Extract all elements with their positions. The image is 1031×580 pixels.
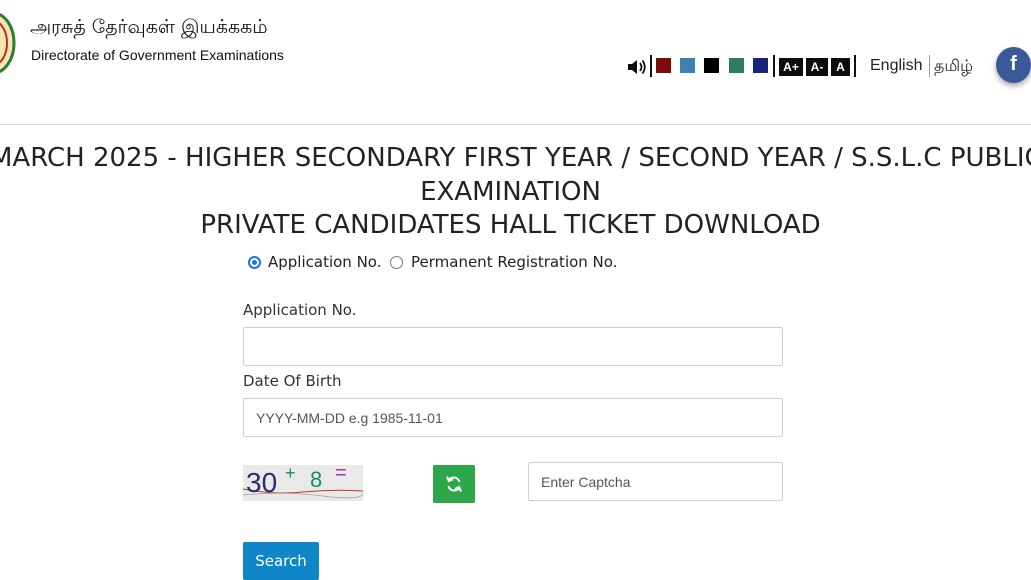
captcha-input[interactable] <box>528 462 783 501</box>
application-no-label: Application No. <box>243 301 357 319</box>
refresh-icon <box>446 476 462 492</box>
toolbar-divider <box>773 55 775 77</box>
captcha-image: 30 + 8 = <box>243 465 363 501</box>
facebook-icon: f <box>1010 53 1017 75</box>
radio-application-no[interactable] <box>248 256 261 269</box>
brand-title-english: Directorate of Government Examinations <box>31 47 284 63</box>
dob-label: Date Of Birth <box>243 372 342 390</box>
captcha-operator: + <box>285 465 296 483</box>
toolbar-divider <box>854 55 856 77</box>
lang-tamil-link[interactable]: தமிழ் <box>934 57 973 77</box>
speaker-icon[interactable] <box>626 57 648 77</box>
theme-swatch-maroon[interactable] <box>656 58 671 73</box>
lang-english-link[interactable]: English <box>870 57 922 75</box>
tn-govt-emblem-icon <box>0 13 16 73</box>
page-title-line2: EXAMINATION <box>420 177 601 207</box>
theme-swatch-navy[interactable] <box>753 58 768 73</box>
font-reset-button[interactable]: A <box>831 58 850 76</box>
font-decrease-button[interactable]: A- <box>806 58 828 76</box>
captcha-equals: = <box>335 465 347 484</box>
captcha-num1: 30 <box>246 467 278 498</box>
radio-permanent-registration-no[interactable] <box>390 256 403 269</box>
theme-swatch-blue[interactable] <box>680 58 695 73</box>
lang-divider <box>929 55 930 77</box>
captcha-num2: 8 <box>310 467 323 492</box>
application-no-input[interactable] <box>243 327 783 366</box>
site-header: அரசுத் தேர்வுகள் இயக்ககம் Directorate of… <box>0 0 1031 125</box>
font-increase-button[interactable]: A+ <box>779 58 803 76</box>
radio-label-permanent-registration-no[interactable]: Permanent Registration No. <box>411 253 617 271</box>
theme-swatch-black[interactable] <box>704 58 719 73</box>
theme-swatch-green[interactable] <box>729 58 744 73</box>
page-title-line3: PRIVATE CANDIDATES HALL TICKET DOWNLOAD <box>200 210 821 240</box>
page-title-line1: MARCH 2025 - HIGHER SECONDARY FIRST YEAR… <box>0 143 1031 173</box>
radio-label-application-no[interactable]: Application No. <box>268 253 381 271</box>
brand-title-tamil: அரசுத் தேர்வுகள் இயக்ககம் <box>30 16 268 38</box>
facebook-button[interactable]: f <box>996 47 1031 83</box>
toolbar-divider <box>650 55 652 77</box>
captcha-refresh-button[interactable] <box>433 465 475 503</box>
dob-input[interactable] <box>243 398 783 437</box>
search-button[interactable]: Search <box>243 542 319 580</box>
